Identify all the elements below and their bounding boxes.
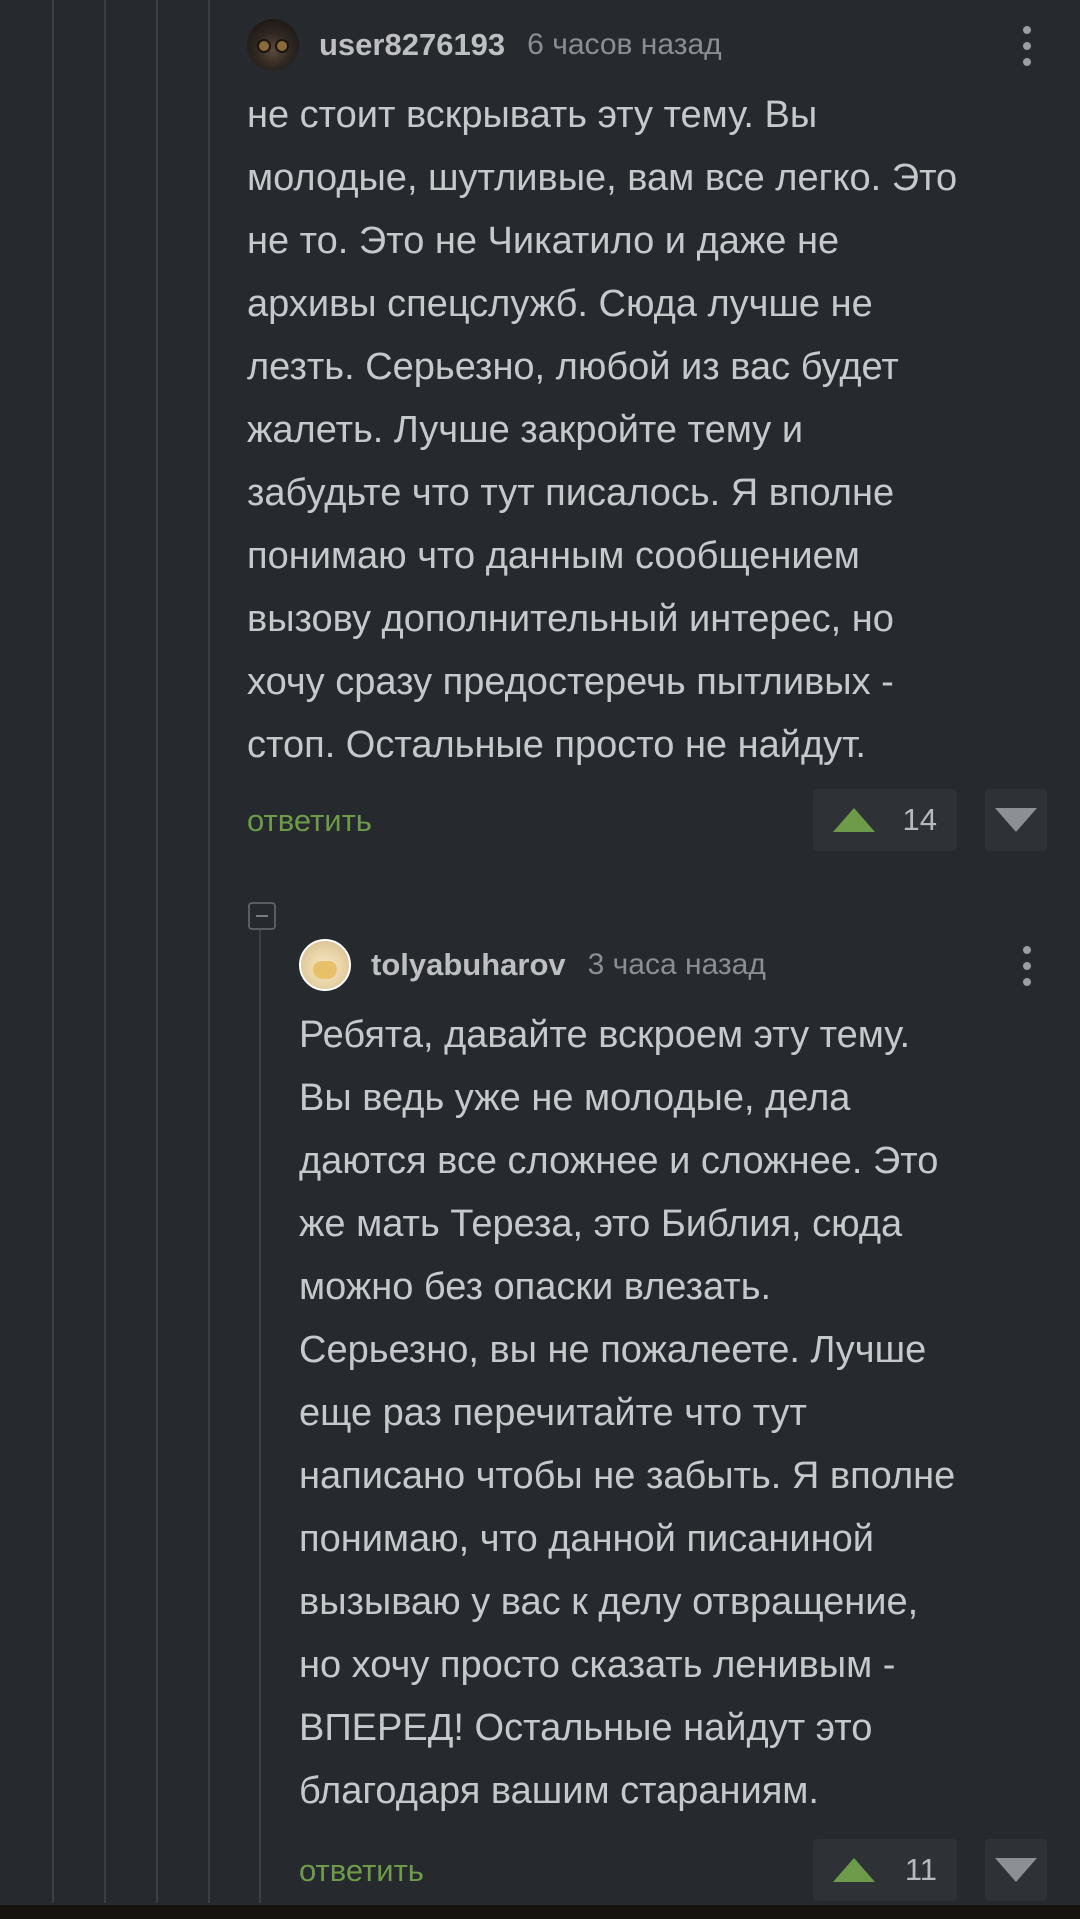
thread-line [52, 0, 54, 1903]
downvote-arrow-icon [995, 808, 1037, 832]
thread-line [259, 930, 261, 1903]
avatar[interactable] [299, 939, 351, 991]
comment-header: user8276193 6 часов назад [247, 0, 1047, 90]
more-vertical-icon[interactable] [1007, 24, 1047, 68]
downvote-button[interactable] [985, 1839, 1047, 1901]
comment-text: не стоит вскрывать эту тему. Вы молодые,… [247, 94, 958, 766]
thread-line [104, 0, 106, 1903]
reply-button[interactable]: ответить [247, 803, 372, 839]
rating-box: 11 [813, 1839, 957, 1901]
thread-line [208, 0, 210, 1903]
username[interactable]: user8276193 [319, 27, 505, 63]
comment-actions: ответить 14 [247, 789, 1047, 853]
reply-button[interactable]: ответить [299, 1853, 424, 1889]
bottom-edge [0, 1905, 1080, 1919]
comment: tolyabuharov 3 часа назад Ребята, давайт… [299, 920, 1047, 1903]
rating-count: 14 [902, 802, 937, 837]
timestamp[interactable]: 3 часа назад [588, 948, 766, 982]
upvote-arrow-icon[interactable] [833, 808, 875, 832]
rating-count: 11 [904, 1852, 937, 1887]
upvote-arrow-icon[interactable] [833, 1858, 875, 1882]
comment: user8276193 6 часов назад не стоит вскры… [247, 0, 1047, 853]
rating-box: 14 [813, 789, 957, 851]
more-vertical-icon[interactable] [1007, 944, 1047, 988]
downvote-button[interactable] [985, 789, 1047, 851]
comment-text: Ребята, давайте вскроем эту тему. Вы вед… [299, 1014, 956, 1812]
username[interactable]: tolyabuharov [371, 947, 566, 983]
collapse-minus-icon[interactable] [248, 902, 276, 930]
downvote-arrow-icon [995, 1858, 1037, 1882]
comment-header: tolyabuharov 3 часа назад [299, 920, 1047, 1010]
comment-actions: ответить 11 [299, 1839, 1047, 1903]
avatar[interactable] [247, 19, 299, 71]
timestamp[interactable]: 6 часов назад [527, 28, 722, 62]
thread-line [156, 0, 158, 1903]
